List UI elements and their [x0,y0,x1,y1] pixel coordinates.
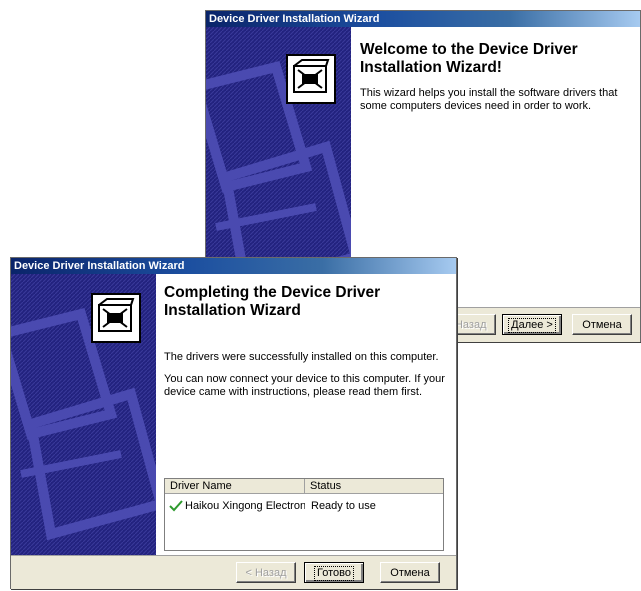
driver-list[interactable]: Driver Name Status Haikou Xingong Electr… [164,478,444,551]
completing-content-panel: Completing the Device Driver Installatio… [156,274,456,555]
welcome-window-title: Device Driver Installation Wizard [209,13,380,25]
completing-window-title: Device Driver Installation Wizard [14,260,185,272]
hardware-logo-icon [286,54,336,104]
success-message: The drivers were successfully installed … [164,351,439,363]
completing-wizard-sidebar [11,274,156,555]
completing-back-button[interactable]: < Назад [236,562,296,583]
driver-list-header: Driver Name Status [165,479,443,494]
completing-heading: Completing the Device Driver Installatio… [164,284,381,319]
completing-button-bar: < Назад Готово Отмена [11,555,456,589]
table-row[interactable]: Haikou Xingong Electron... Ready to use [165,499,443,513]
driver-status-cell: Ready to use [311,500,376,512]
green-check-icon [169,500,183,512]
welcome-window-title-bar[interactable]: Device Driver Installation Wizard [206,11,640,27]
completing-window-title-bar[interactable]: Device Driver Installation Wizard [11,258,456,274]
completing-wizard-window: Device Driver Installation Wizard Comple… [10,257,457,589]
finish-button[interactable]: Готово [304,562,364,583]
welcome-cancel-button[interactable]: Отмена [572,314,632,335]
completing-cancel-button[interactable]: Отмена [380,562,440,583]
driver-name-cell: Haikou Xingong Electron... [185,500,305,512]
welcome-heading: Welcome to the Device Driver Installatio… [360,41,578,76]
hardware-logo-icon [91,293,141,343]
column-status[interactable]: Status [305,479,443,493]
column-driver-name[interactable]: Driver Name [165,479,305,493]
welcome-description: This wizard helps you install the softwa… [360,87,618,112]
instructions-message: You can now connect your device to this … [164,373,445,398]
welcome-next-button[interactable]: Далее > [502,314,562,335]
